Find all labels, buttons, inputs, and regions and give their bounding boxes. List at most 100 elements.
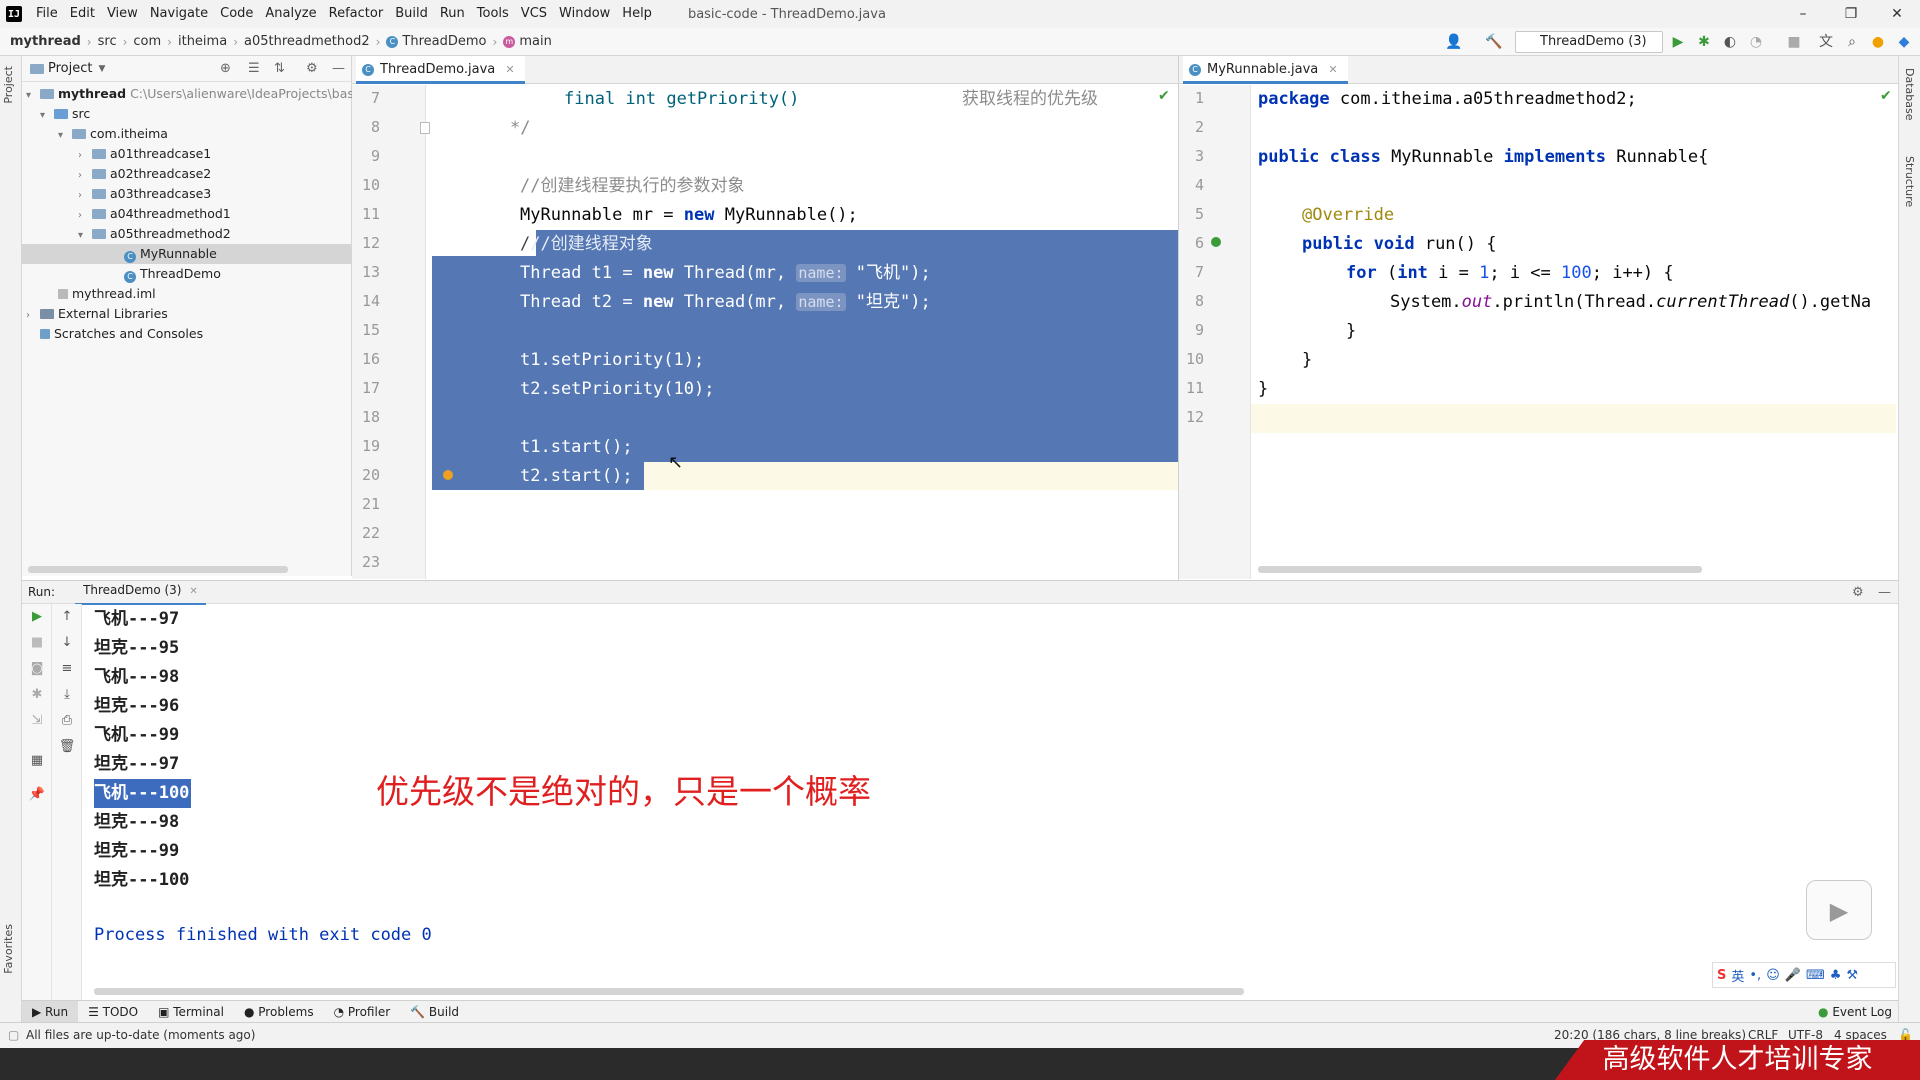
debug-icon[interactable]: ✱ xyxy=(28,686,46,704)
menu-view[interactable]: View xyxy=(101,0,144,28)
tool-tab-problems[interactable]: ● Problems xyxy=(234,1001,324,1023)
soft-wrap-icon[interactable]: ≡ xyxy=(58,660,76,678)
stop-icon[interactable]: ■ xyxy=(28,634,46,652)
menu-code[interactable]: Code xyxy=(214,0,259,28)
menu-navigate[interactable]: Navigate xyxy=(144,0,214,28)
gear-icon[interactable]: ⚙ xyxy=(306,61,318,76)
gear-icon[interactable]: ⚙ xyxy=(1852,585,1864,600)
punctuation-icon[interactable]: •, xyxy=(1749,968,1761,983)
camera-icon[interactable]: ◙ xyxy=(28,660,46,678)
tool-tab-profiler[interactable]: ◔ Profiler xyxy=(324,1001,401,1023)
locate-icon[interactable]: ⊕ xyxy=(220,61,231,76)
chevron-down-icon[interactable]: ▼ xyxy=(98,64,105,74)
tree-item-com-itheima[interactable]: ▾ com.itheima xyxy=(58,124,168,144)
fold-icon[interactable] xyxy=(420,122,430,134)
ime-language-toggle[interactable]: 英 xyxy=(1731,966,1744,985)
profile-icon[interactable]: ◔ xyxy=(1746,32,1766,52)
chevron-down-icon[interactable]: ▾ xyxy=(58,126,72,146)
tree-item-scratches[interactable]: Scratches and Consoles xyxy=(40,324,203,344)
tree-item-myrunnable[interactable]: C MyRunnable xyxy=(22,244,351,264)
horizontal-scrollbar[interactable] xyxy=(94,988,1244,995)
tree-item-mythread[interactable]: ▾ mythread C:\Users\alienware\IdeaProject… xyxy=(26,84,369,104)
exit-icon[interactable]: ⇲ xyxy=(28,712,46,730)
hide-panel-icon[interactable]: — xyxy=(332,61,345,76)
toolbox-icon[interactable]: ⚒ xyxy=(1846,968,1858,983)
breadcrumb-itheima[interactable]: itheima xyxy=(178,34,227,49)
keyboard-icon[interactable]: ⌨ xyxy=(1806,968,1825,983)
tool-tab-build[interactable]: 🔨 Build xyxy=(400,1001,469,1023)
run-configuration-select[interactable]: ThreadDemo (3) xyxy=(1515,31,1663,53)
tree-item-a04threadmethod1[interactable]: › a04threadmethod1 xyxy=(78,204,231,224)
breadcrumb-project[interactable]: mythread xyxy=(10,34,81,49)
build-hammer-icon[interactable]: 🔨 xyxy=(1484,32,1504,52)
microphone-icon[interactable]: 🎤 xyxy=(1785,968,1801,983)
chevron-down-icon[interactable]: ▾ xyxy=(78,226,92,246)
database-tool-tab[interactable]: Database xyxy=(1903,68,1916,121)
collapse-all-icon[interactable]: ⇅ xyxy=(274,61,285,76)
breadcrumb-package[interactable]: a05threadmethod2 xyxy=(244,34,370,49)
play-video-icon[interactable]: ▶ xyxy=(1806,880,1872,940)
menu-refactor[interactable]: Refactor xyxy=(323,0,390,28)
arrow-up-icon[interactable]: ↑ xyxy=(58,608,76,626)
menu-window[interactable]: Window xyxy=(553,0,616,28)
horizontal-scrollbar[interactable] xyxy=(1258,566,1702,573)
close-tab-icon[interactable]: ✕ xyxy=(1328,63,1337,76)
stop-icon[interactable]: ■ xyxy=(1784,32,1804,52)
print-icon[interactable]: ⎙ xyxy=(58,712,76,730)
search-icon[interactable]: ⌕ xyxy=(1842,32,1862,52)
breadcrumb-com[interactable]: com xyxy=(133,34,161,49)
structure-tool-tab[interactable]: Structure xyxy=(1903,156,1916,207)
translate-icon[interactable]: 文 xyxy=(1816,32,1836,52)
tree-item-a01threadcase1[interactable]: › a01threadcase1 xyxy=(78,144,211,164)
layout-icon[interactable]: ▦ xyxy=(28,752,46,770)
menu-analyze[interactable]: Analyze xyxy=(259,0,322,28)
run-icon[interactable]: ▶ xyxy=(1668,32,1688,52)
expand-all-icon[interactable]: ☰ xyxy=(248,61,260,76)
menu-run[interactable]: Run xyxy=(434,0,471,28)
close-tab-icon[interactable]: ✕ xyxy=(505,63,514,76)
menu-tools[interactable]: Tools xyxy=(471,0,515,28)
menu-build[interactable]: Build xyxy=(389,0,434,28)
chevron-right-icon[interactable]: › xyxy=(78,166,92,186)
horizontal-scrollbar[interactable] xyxy=(28,566,288,573)
tree-item-a03threadcase3[interactable]: › a03threadcase3 xyxy=(78,184,211,204)
menu-edit[interactable]: Edit xyxy=(64,0,101,28)
event-log-button[interactable]: ● Event Log xyxy=(1818,1005,1892,1019)
tool-tab-terminal[interactable]: ▣ Terminal xyxy=(148,1001,234,1023)
tree-item-a05threadmethod2[interactable]: ▾ a05threadmethod2 xyxy=(78,224,231,244)
menu-help[interactable]: Help xyxy=(616,0,658,28)
bulb-icon[interactable] xyxy=(443,470,453,480)
close-tab-icon[interactable]: ✕ xyxy=(189,586,197,597)
tab-myrunnable-java[interactable]: C MyRunnable.java ✕ xyxy=(1183,56,1348,84)
scroll-to-end-icon[interactable]: ⤓ xyxy=(58,686,76,704)
chevron-right-icon[interactable]: › xyxy=(78,206,92,226)
chevron-right-icon[interactable]: › xyxy=(78,146,92,166)
coverage-icon[interactable]: ◐ xyxy=(1720,32,1740,52)
user-icon[interactable]: 👤 xyxy=(1444,32,1464,52)
chevron-right-icon[interactable]: › xyxy=(26,306,40,326)
hide-panel-icon[interactable]: — xyxy=(1878,585,1891,600)
project-tool-tab[interactable]: Project xyxy=(2,66,15,104)
minimize-button[interactable]: – xyxy=(1780,0,1826,28)
breadcrumb-method[interactable]: main xyxy=(519,34,551,49)
tree-item-mythread-iml[interactable]: mythread.iml xyxy=(58,284,156,304)
tool-tab-run[interactable]: ▶ Run xyxy=(22,1000,79,1023)
debug-icon[interactable]: ✱ xyxy=(1694,32,1714,52)
rerun-icon[interactable]: ▶ xyxy=(28,608,46,626)
tree-item-external-libraries[interactable]: › External Libraries xyxy=(26,304,168,324)
emoji-icon[interactable]: ☺ xyxy=(1766,968,1780,983)
project-view-select[interactable]: Project xyxy=(48,61,92,76)
breadcrumb-class[interactable]: ThreadDemo xyxy=(402,34,486,49)
maximize-button[interactable]: ❐ xyxy=(1828,0,1874,28)
tool-tab-todo[interactable]: ☰ TODO xyxy=(78,1001,148,1023)
trash-icon[interactable]: 🗑 xyxy=(58,738,76,756)
chevron-down-icon[interactable]: ▾ xyxy=(26,86,40,106)
menu-vcs[interactable]: VCS xyxy=(515,0,553,28)
close-button[interactable]: ✕ xyxy=(1874,0,1920,28)
chevron-right-icon[interactable]: › xyxy=(78,186,92,206)
tree-item-a02threadcase2[interactable]: › a02threadcase2 xyxy=(78,164,211,184)
chevron-down-icon[interactable]: ▾ xyxy=(40,106,54,126)
run-tab-threaddemo[interactable]: ThreadDemo (3) ✕ xyxy=(75,579,206,605)
pin-icon[interactable]: 📌 xyxy=(28,786,46,804)
favorites-tool-tab[interactable]: Favorites xyxy=(2,924,15,974)
